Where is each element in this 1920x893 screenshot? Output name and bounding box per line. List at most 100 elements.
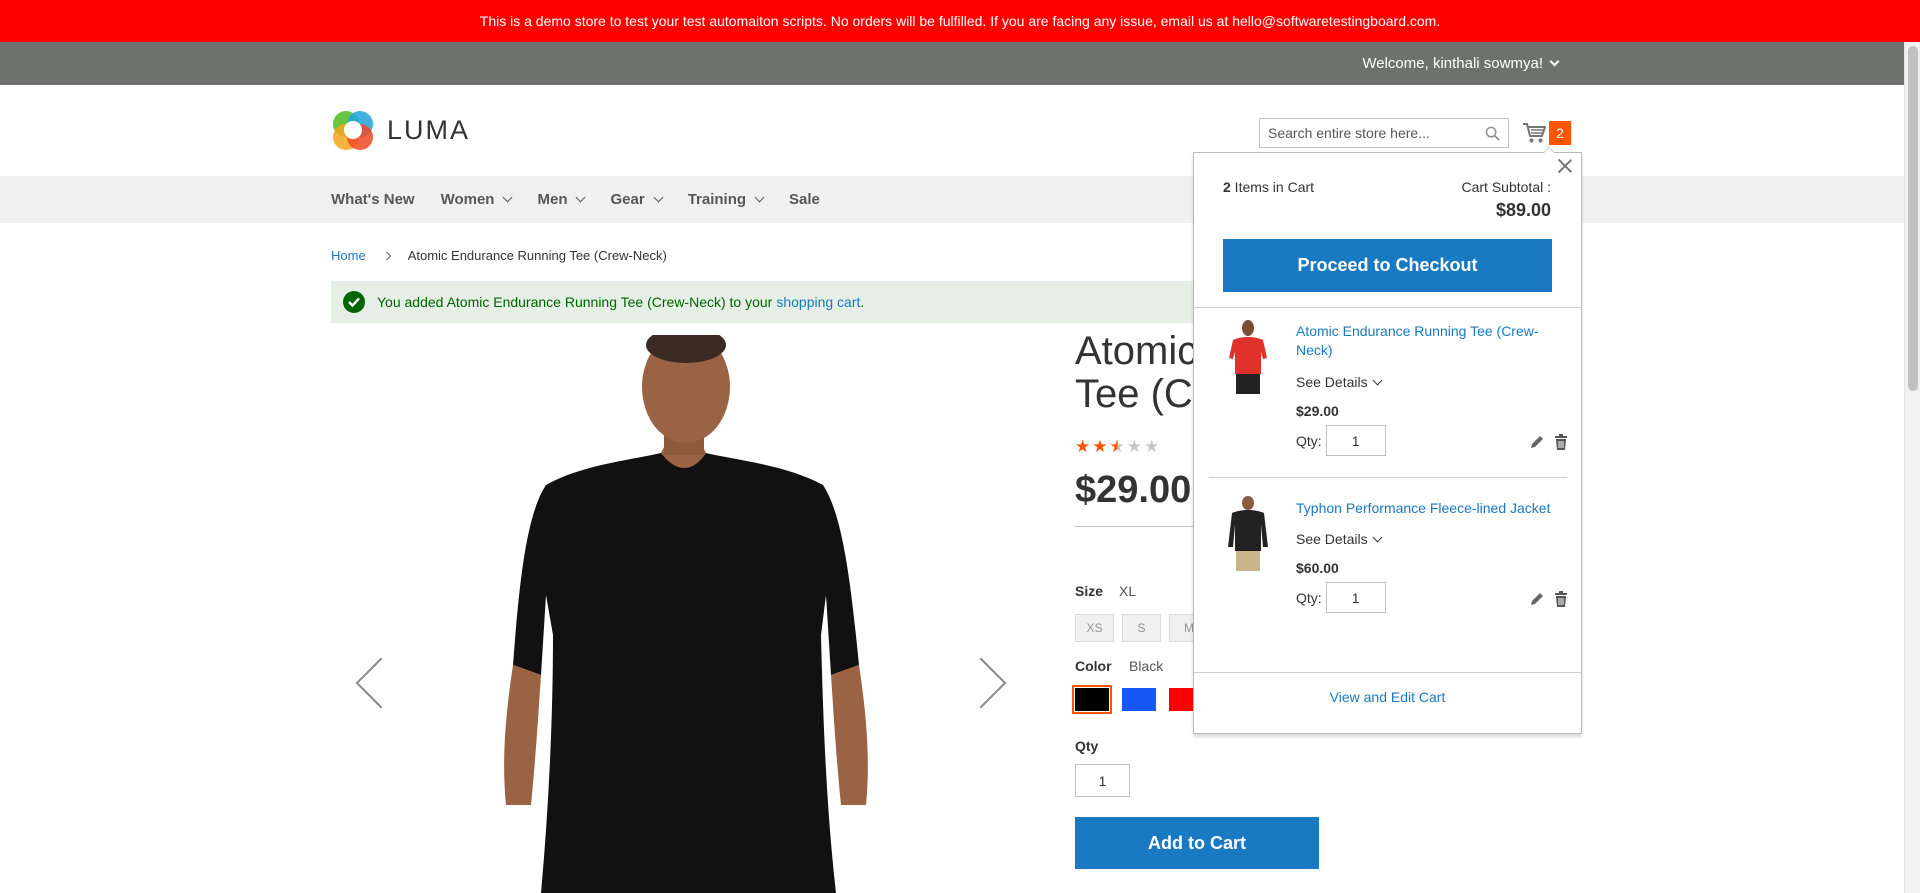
edit-pencil-icon[interactable] xyxy=(1528,590,1546,608)
proceed-to-checkout-button[interactable]: Proceed to Checkout xyxy=(1223,239,1552,292)
qty-label: Qty xyxy=(1075,738,1099,754)
see-details-label: See Details xyxy=(1296,531,1368,547)
subtotal-label: Cart Subtotal : xyxy=(1461,179,1552,195)
product-price: $29.00 xyxy=(1075,469,1192,511)
minicart-item-name[interactable]: Typhon Performance Fleece-lined Jacket xyxy=(1296,499,1566,518)
product-title-line-1: Atomic xyxy=(1075,330,1195,373)
site-header: LUMA 2 xyxy=(0,85,1904,176)
search-icon[interactable] xyxy=(1485,126,1500,141)
logo-text: LUMA xyxy=(387,114,471,145)
minicart-item-name[interactable]: Atomic Endurance Running Tee (Crew-Neck) xyxy=(1296,322,1566,360)
scrollbar-thumb[interactable] xyxy=(1908,46,1918,391)
welcome-menu[interactable]: Welcome, kinthali sowmya! xyxy=(1362,42,1560,85)
minicart-qty-input[interactable] xyxy=(1325,425,1386,456)
size-swatch-m[interactable]: M xyxy=(1169,614,1193,642)
add-to-cart-button[interactable]: Add to Cart xyxy=(1075,817,1319,869)
breadcrumb-current: Atomic Endurance Running Tee (Crew-Neck) xyxy=(407,248,667,263)
see-details-toggle[interactable]: See Details xyxy=(1296,531,1383,547)
qty-label: Qty: xyxy=(1296,589,1322,606)
product-gallery xyxy=(331,335,1031,893)
nav-item-training[interactable]: Training xyxy=(687,191,765,208)
chevron-down-icon xyxy=(1372,375,1383,385)
nav-item-label: Men xyxy=(537,191,568,208)
nav-item-label: Training xyxy=(687,191,747,208)
size-swatch-s[interactable]: S xyxy=(1122,614,1161,642)
nav-item-label: Gear xyxy=(610,191,645,208)
star-icon: ★ xyxy=(1092,437,1108,456)
divider xyxy=(1075,526,1193,527)
qty-input[interactable] xyxy=(1075,764,1130,797)
subtotal-value: $89.00 xyxy=(1495,200,1551,220)
size-swatch-xs[interactable]: XS xyxy=(1075,614,1114,642)
chevron-down-icon xyxy=(653,192,664,203)
star-icon: ★ xyxy=(1144,437,1160,456)
minicart-item: Typhon Performance Fleece-lined Jacket S… xyxy=(1208,485,1568,655)
color-swatch-black[interactable] xyxy=(1072,685,1112,714)
success-text: You added Atomic Endurance Running Tee (… xyxy=(377,294,773,310)
top-bar: Welcome, kinthali sowmya! xyxy=(0,42,1904,85)
star-icon: ★ xyxy=(1126,437,1142,456)
chevron-right-icon xyxy=(382,251,391,260)
minicart-count-suffix: Items in Cart xyxy=(1230,179,1315,195)
breadcrumb: Home Atomic Endurance Running Tee (Crew-… xyxy=(331,248,667,263)
product-title: Atomic Tee (Cr xyxy=(1075,330,1195,416)
color-swatch-blue[interactable] xyxy=(1122,688,1156,711)
view-and-edit-cart-link[interactable]: View and Edit Cart xyxy=(1194,689,1581,705)
chevron-down-icon xyxy=(1372,532,1383,542)
close-icon[interactable] xyxy=(1555,156,1575,176)
divider xyxy=(1194,672,1581,673)
breadcrumb-home[interactable]: Home xyxy=(331,248,366,263)
size-selected-value: XL xyxy=(1119,583,1137,599)
edit-pencil-icon[interactable] xyxy=(1528,433,1546,451)
search-box xyxy=(1259,118,1509,148)
size-label: Size xyxy=(1075,583,1104,599)
nav-item-sale[interactable]: Sale xyxy=(789,191,820,208)
color-swatch-red[interactable] xyxy=(1169,688,1193,711)
nav-item-gear[interactable]: Gear xyxy=(610,191,664,208)
demo-banner-text: This is a demo store to test your test a… xyxy=(479,13,1441,29)
star-half-icon: ★ xyxy=(1109,437,1125,456)
trash-icon[interactable] xyxy=(1552,433,1570,451)
chevron-down-icon xyxy=(1549,56,1560,67)
divider xyxy=(1209,477,1567,478)
minicart-item: Atomic Endurance Running Tee (Crew-Neck)… xyxy=(1208,308,1568,478)
chevron-down-icon xyxy=(576,192,586,203)
color-selected-value: Black xyxy=(1129,658,1164,674)
page-scrollbar[interactable] xyxy=(1904,42,1920,893)
success-suffix: . xyxy=(860,294,865,310)
product-rating: ★ ★ ★ ★ ★ xyxy=(1075,438,1159,455)
minicart-item-price: $29.00 xyxy=(1296,403,1339,419)
chevron-down-icon xyxy=(754,192,765,203)
see-details-toggle[interactable]: See Details xyxy=(1296,374,1383,390)
main-navigation: What's New Women Men Gear Training Sale xyxy=(0,176,1904,223)
success-message: You added Atomic Endurance Running Tee (… xyxy=(331,281,1231,323)
minicart-dropdown: 2 Items in Cart Cart Subtotal : $89.00 P… xyxy=(1193,147,1582,734)
star-icon: ★ xyxy=(1075,437,1091,456)
nav-item-women[interactable]: Women xyxy=(440,191,513,208)
search-input[interactable] xyxy=(1260,119,1475,147)
product-title-line-2: Tee (Cr xyxy=(1075,372,1195,416)
product-thumbnail[interactable] xyxy=(1223,495,1273,573)
luma-logo-icon xyxy=(333,111,373,150)
welcome-text: Welcome, kinthali sowmya! xyxy=(1362,55,1543,72)
check-circle-icon xyxy=(343,291,365,313)
minicart-count-number: 2 xyxy=(1223,179,1231,195)
see-details-label: See Details xyxy=(1296,374,1368,390)
shopping-cart-link[interactable]: shopping cart xyxy=(776,294,860,310)
minicart-item-qty: Qty: xyxy=(1296,425,1386,456)
product-thumbnail[interactable] xyxy=(1223,318,1273,396)
logo[interactable]: LUMA xyxy=(331,108,470,152)
trash-icon[interactable] xyxy=(1552,590,1570,608)
nav-item-whats-new[interactable]: What's New xyxy=(331,191,415,208)
nav-item-men[interactable]: Men xyxy=(537,191,586,208)
demo-store-banner: This is a demo store to test your test a… xyxy=(0,0,1920,42)
minicart-item-price: $60.00 xyxy=(1296,560,1339,576)
minicart-item-qty: Qty: xyxy=(1296,582,1386,613)
nav-item-label: What's New xyxy=(331,191,415,208)
minicart-qty-input[interactable] xyxy=(1325,582,1386,613)
minicart-item-count: 2 Items in Cart xyxy=(1223,179,1314,195)
chevron-down-icon xyxy=(503,192,513,203)
nav-item-label: Sale xyxy=(789,191,820,208)
nav-item-label: Women xyxy=(440,191,495,208)
product-image xyxy=(504,335,868,893)
